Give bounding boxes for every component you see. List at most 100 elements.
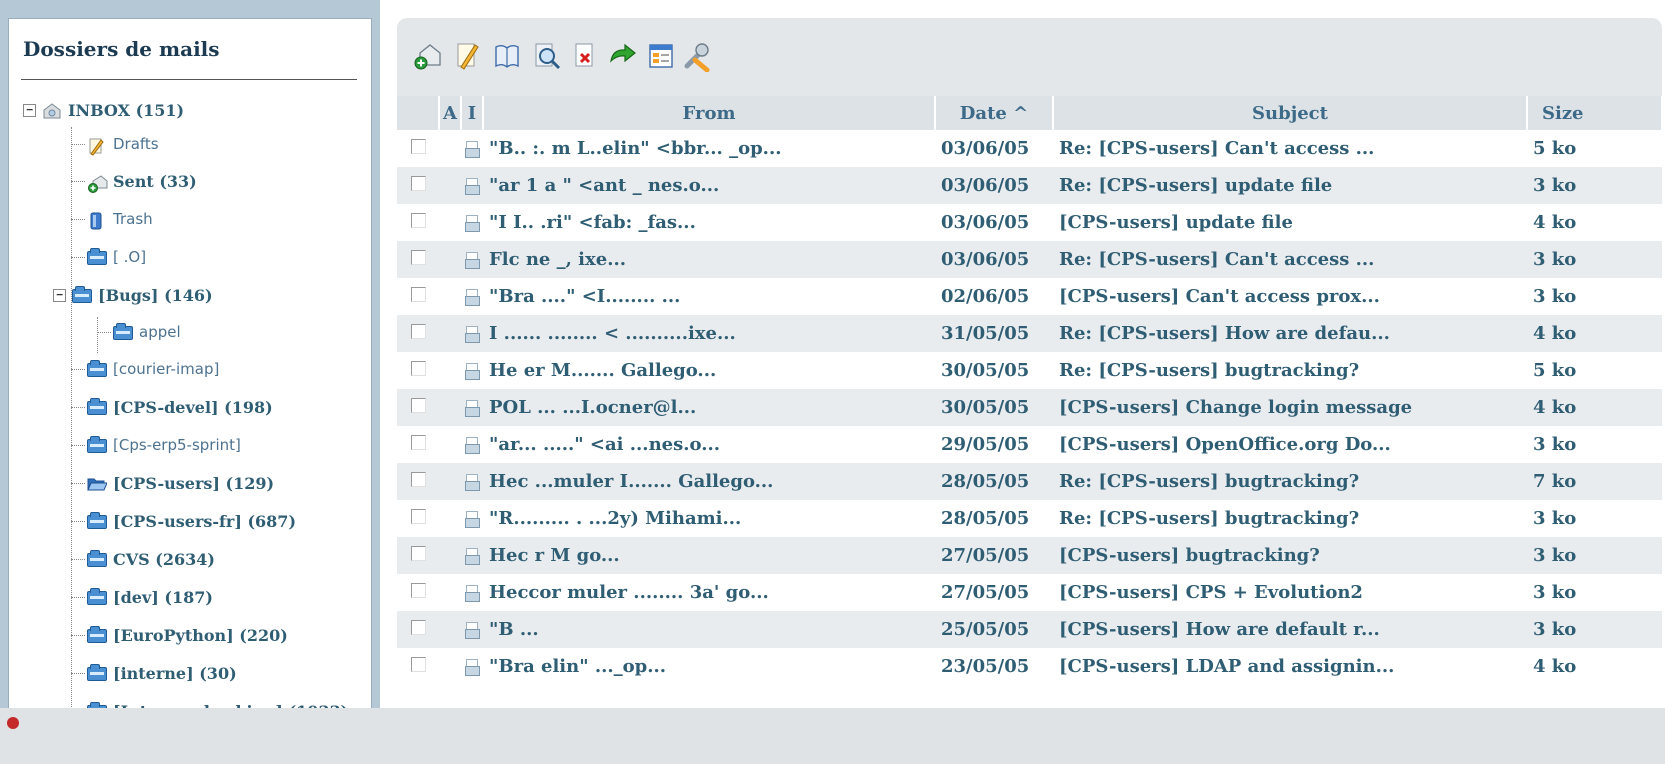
message-subject[interactable]: [CPS-users] Change login message [1053,389,1527,426]
folder-item-europython[interactable]: [EuroPython] (220) [87,620,288,650]
message-row[interactable]: "I I.. .ri" <fab: _fas... 03/06/05 [CPS-us… [397,204,1662,241]
collapse-toggle-icon[interactable]: − [23,103,36,117]
folder-item-bugs[interactable]: − [Bugs] (146) [53,280,213,310]
message-row[interactable]: Hec ...muler I....... Gallego... 28/05/05… [397,463,1662,500]
message-from[interactable]: "ar 1 a " <ant _ nes.o... [483,167,935,204]
folder-item-inbox[interactable]: − INBOX (151) [23,95,184,125]
column-header-size[interactable]: Size [1527,96,1663,130]
message-from[interactable]: Hec r M go... [483,537,935,574]
tree-branch [71,144,85,145]
message-row[interactable]: He er M....... Gallego... 30/05/05 Re: [CP… [397,352,1662,389]
folder-item-cvs[interactable]: CVS (2634) [87,544,215,574]
folder-item-courier-imap[interactable]: [courier-imap] [87,354,219,384]
message-from[interactable]: He er M....... Gallego... [483,352,935,389]
row-checkbox[interactable] [410,361,426,376]
row-checkbox[interactable] [410,620,426,635]
message-row[interactable]: Hec r M go... 27/05/05 [CPS-users] bugtrac… [397,537,1662,574]
folder-item-appel[interactable]: appel [113,317,181,347]
message-row[interactable]: POL ... ...I.ocner@l... 30/05/05 [CPS-user… [397,389,1662,426]
message-from[interactable]: "Bra elin" ..._op... [483,648,935,685]
message-subject[interactable]: [CPS-users] Can't access prox... [1053,278,1527,315]
message-subject[interactable]: [CPS-users] CPS + Evolution2 [1053,574,1527,611]
message-subject[interactable]: [CPS-users] update file [1053,204,1527,241]
message-subject[interactable]: Re: [CPS-users] bugtracking? [1053,463,1527,500]
address-book-button[interactable] [491,40,523,72]
refresh-button[interactable] [607,40,639,72]
collapse-toggle-icon[interactable]: − [53,288,66,302]
message-row[interactable]: Flc ne _, ixe... 03/06/05 Re: [CPS-users] … [397,241,1662,278]
message-row[interactable]: "B.. :. m L..elin" <bbr... _op... 03/06/0… [397,130,1662,167]
message-size: 7 ko [1527,463,1662,500]
settings-button[interactable] [681,40,713,72]
message-subject[interactable]: [CPS-users] LDAP and assignin... [1053,648,1527,685]
message-from[interactable]: Heccor muler ........ 3a' go... [483,574,935,611]
message-row[interactable]: "B ... 25/05/05 [CPS-users] How are defaul… [397,611,1662,648]
message-from[interactable]: "I I.. .ri" <fab: _fas... [483,204,935,241]
folder-item-redacted[interactable]: [ .O] [87,242,146,272]
folder-item-cps-users[interactable]: [CPS-users] (129) [87,468,274,498]
view-layout-icon [649,44,673,68]
folder-item-trash[interactable]: Trash [87,204,153,234]
row-checkbox[interactable] [410,213,426,228]
tree-branch [71,445,85,446]
message-subject[interactable]: Re: [CPS-users] How are defau... [1053,315,1527,352]
folder-item-dev[interactable]: [dev] (187) [87,582,213,612]
message-from[interactable]: "B ... [483,611,935,648]
message-subject[interactable]: [CPS-users] How are default r... [1053,611,1527,648]
delete-button[interactable] [569,40,601,72]
row-checkbox[interactable] [410,472,426,487]
message-subject[interactable]: Re: [CPS-users] bugtracking? [1053,500,1527,537]
message-row[interactable]: I ...... ........ < ..........ixe... 31/0… [397,315,1662,352]
row-checkbox[interactable] [410,250,426,265]
folder-item-interne[interactable]: [interne] (30) [87,658,237,688]
message-row[interactable]: "Bra elin" ..._op... 23/05/05 [CPS-users] … [397,648,1662,685]
row-checkbox[interactable] [410,583,426,598]
message-from[interactable]: Flc ne _, ixe... [483,241,935,278]
row-checkbox[interactable] [410,657,426,672]
new-mail-button[interactable] [411,40,443,72]
column-header-date[interactable]: Date ^ [935,96,1054,130]
column-header-i[interactable]: I [461,96,484,130]
row-checkbox[interactable] [410,398,426,413]
message-icon [465,511,480,528]
message-subject[interactable]: Re: [CPS-users] Can't access ... [1053,130,1527,167]
folder-item-cps-users-fr[interactable]: [CPS-users-fr] (687) [87,506,296,536]
message-date: 03/06/05 [935,167,1053,204]
column-header-a[interactable]: A [439,96,462,130]
folder-item-cps-erp5-sprint[interactable]: [Cps-erp5-sprint] [87,430,241,460]
message-from[interactable]: POL ... ...I.ocner@l... [483,389,935,426]
compose-button[interactable] [451,40,483,72]
message-row[interactable]: "ar 1 a " <ant _ nes.o... 03/06/05 Re: [CP… [397,167,1662,204]
search-button[interactable] [531,40,563,72]
message-subject[interactable]: Re: [CPS-users] Can't access ... [1053,241,1527,278]
column-header-from[interactable]: From [483,96,936,130]
row-checkbox[interactable] [410,509,426,524]
folder-item-drafts[interactable]: Drafts [87,129,159,159]
message-from[interactable]: "B.. :. m L..elin" <bbr... _op... [483,130,935,167]
message-from[interactable]: I ...... ........ < ..........ixe... [483,315,935,352]
message-size: 4 ko [1527,389,1662,426]
message-row[interactable]: "ar... ....." <ai ...nes.o... 29/05/05 [CP… [397,426,1662,463]
message-row[interactable]: "R......... . ...2y) Mihami... 28/05/05 Re… [397,500,1662,537]
row-checkbox[interactable] [410,287,426,302]
attachment-cell [439,130,461,167]
column-header-subject[interactable]: Subject [1053,96,1528,130]
row-checkbox[interactable] [410,176,426,191]
message-subject[interactable]: [CPS-users] OpenOffice.org Do... [1053,426,1527,463]
row-checkbox[interactable] [410,435,426,450]
folder-item-cps-devel[interactable]: [CPS-devel] (198) [87,392,273,422]
message-from[interactable]: Hec ...muler I....... Gallego... [483,463,935,500]
message-from[interactable]: "Bra ...." <I........ ... [483,278,935,315]
view-layout-button[interactable] [645,40,677,72]
message-subject[interactable]: Re: [CPS-users] bugtracking? [1053,352,1527,389]
message-subject[interactable]: [CPS-users] bugtracking? [1053,537,1527,574]
folder-item-sent[interactable]: Sent (33) [87,166,197,196]
message-row[interactable]: Heccor muler ........ 3a' go... 27/05/05[… [397,574,1662,611]
row-checkbox[interactable] [410,324,426,339]
message-from[interactable]: "R......... . ...2y) Mihami... [483,500,935,537]
message-from[interactable]: "ar... ....." <ai ...nes.o... [483,426,935,463]
message-subject[interactable]: Re: [CPS-users] update file [1053,167,1527,204]
row-checkbox[interactable] [410,546,426,561]
row-checkbox[interactable] [410,139,426,154]
message-row[interactable]: "Bra ...." <I........ ... 02/06/05 [CPS-us… [397,278,1662,315]
